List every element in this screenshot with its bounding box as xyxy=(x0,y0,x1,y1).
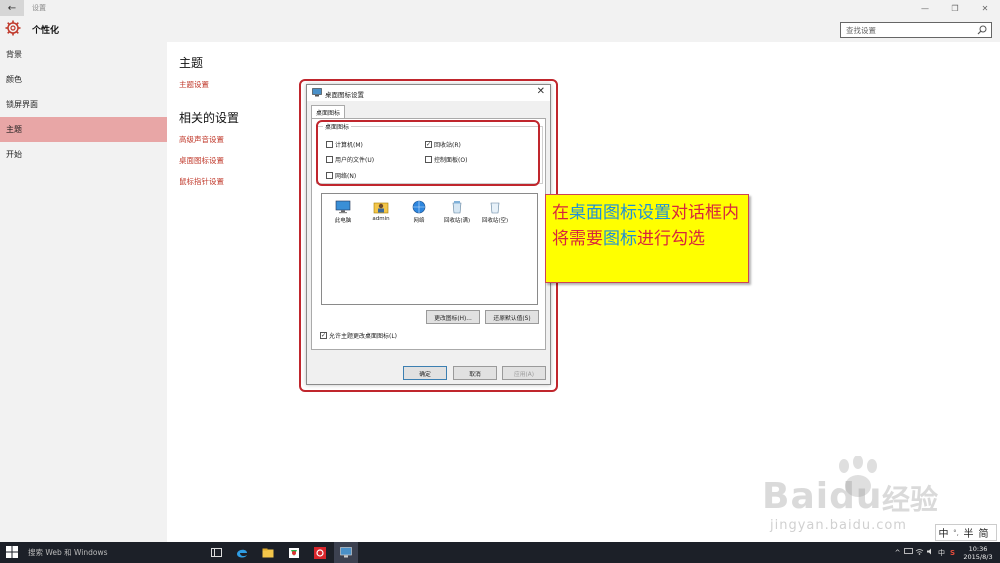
taskbar: 搜索 Web 和 Windows ^ 中 S 10:36 2015/8/3 xyxy=(0,542,1000,563)
sogou-tray-icon[interactable]: S xyxy=(947,549,958,557)
title-bar: ← 设置 — ❐ ✕ xyxy=(0,0,1000,16)
settings-app-button[interactable] xyxy=(308,542,332,563)
task-view-button[interactable] xyxy=(204,542,228,563)
windows-start-icon[interactable] xyxy=(6,546,18,558)
minimize-button[interactable]: — xyxy=(910,0,940,16)
callout-text: 在 xyxy=(552,203,569,223)
clock-date: 2015/8/3 xyxy=(963,552,993,561)
ime-toolbar[interactable]: 中 °, 半 简 xyxy=(935,524,997,541)
display-tray-icon[interactable] xyxy=(903,548,914,557)
watermark-url: jingyan.baidu.com xyxy=(770,518,907,533)
sidebar-item-start[interactable]: 开始 xyxy=(0,142,167,167)
network-tray-icon[interactable] xyxy=(914,548,925,557)
back-button[interactable]: ← xyxy=(0,0,24,16)
sidebar-item-label: 背景 xyxy=(6,50,22,59)
related-settings-heading: 相关的设置 xyxy=(179,111,240,125)
sidebar-item-label: 主题 xyxy=(6,125,22,134)
sidebar-item-lock-screen[interactable]: 锁屏界面 xyxy=(0,92,167,117)
gear-icon xyxy=(5,20,21,36)
ime-lang-tray-icon[interactable]: 中 xyxy=(936,548,947,558)
ime-mode[interactable]: 中 xyxy=(936,525,951,540)
page-title: 个性化 xyxy=(32,26,60,36)
checkbox-group-highlight-frame xyxy=(316,120,540,186)
task-view-icon xyxy=(210,548,222,557)
advanced-sound-settings-link[interactable]: 高级声音设置 xyxy=(179,134,224,145)
sidebar-item-colors[interactable]: 颜色 xyxy=(0,67,167,92)
theme-heading: 主题 xyxy=(179,56,204,70)
sidebar: 背景 颜色 锁屏界面 主题 开始 xyxy=(0,42,167,542)
search-icon[interactable] xyxy=(977,25,987,35)
edge-icon xyxy=(237,549,247,558)
settings-app-icon xyxy=(314,546,326,559)
desktop-icon-settings-link[interactable]: 桌面图标设置 xyxy=(179,155,224,166)
callout-text: 桌面图标设置 xyxy=(569,203,671,223)
search-input[interactable]: 查找设置 xyxy=(840,22,992,38)
app-button-1[interactable] xyxy=(282,542,306,563)
clock[interactable]: 10:36 2015/8/3 xyxy=(958,545,998,561)
watermark-jingyan: 经验 xyxy=(882,483,939,516)
ime-punctuation[interactable]: °, xyxy=(951,529,961,537)
taskbar-search[interactable]: 搜索 Web 和 Windows xyxy=(28,547,107,558)
edge-browser-button[interactable] xyxy=(230,542,254,563)
search-placeholder: 查找设置 xyxy=(846,26,876,35)
mouse-pointer-settings-link[interactable]: 鼠标指针设置 xyxy=(179,176,224,187)
window-controls: — ❐ ✕ xyxy=(910,0,1000,16)
close-button[interactable]: ✕ xyxy=(970,0,1000,16)
ime-script[interactable]: 简 xyxy=(976,525,991,540)
back-arrow-icon: ← xyxy=(7,2,17,14)
maximize-button[interactable]: ❐ xyxy=(940,0,970,16)
app-icon xyxy=(289,547,299,558)
baidu-watermark: Baidu 经验 jingyan.baidu.com xyxy=(762,456,962,540)
folder-icon xyxy=(262,548,274,557)
header: 个性化 查找设置 xyxy=(0,16,1000,42)
watermark-brand: Baidu xyxy=(762,476,883,517)
file-explorer-button[interactable] xyxy=(256,542,280,563)
annotation-callout: 在桌面图标设置对话框内将需要图标进行勾选 xyxy=(545,194,749,283)
window-title: 设置 xyxy=(32,4,46,12)
callout-text: 图标 xyxy=(603,229,637,249)
callout-text: 进行勾选 xyxy=(637,229,705,249)
wifi-icon xyxy=(915,549,924,555)
sidebar-item-label: 颜色 xyxy=(6,75,22,84)
sidebar-item-label: 开始 xyxy=(6,150,22,159)
system-tray: ^ 中 S 10:36 2015/8/3 xyxy=(892,542,998,563)
sidebar-item-label: 锁屏界面 xyxy=(6,100,38,109)
desktop-icon-dialog-button[interactable] xyxy=(334,542,358,563)
ime-width[interactable]: 半 xyxy=(961,525,976,540)
display-icon xyxy=(904,548,913,554)
clock-time: 10:36 xyxy=(968,544,988,553)
speaker-icon xyxy=(927,548,931,555)
theme-settings-link[interactable]: 主题设置 xyxy=(179,79,209,90)
tray-expand-icon[interactable]: ^ xyxy=(892,549,903,557)
sidebar-item-themes[interactable]: 主题 xyxy=(0,117,167,142)
monitor-icon xyxy=(340,547,352,558)
sidebar-item-background[interactable]: 背景 xyxy=(0,42,167,67)
volume-tray-icon[interactable] xyxy=(925,548,936,557)
